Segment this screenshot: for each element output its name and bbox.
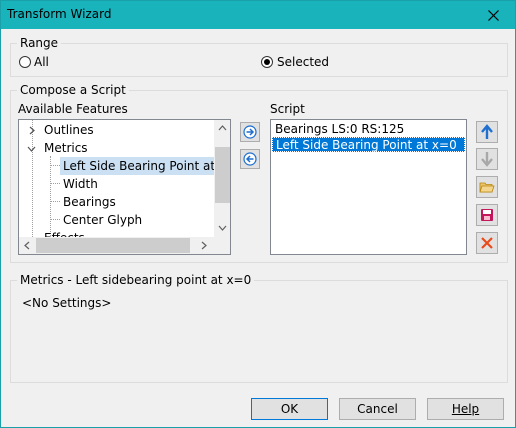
- scroll-up-icon[interactable]: [218, 125, 227, 131]
- window-title: Transform Wizard: [7, 7, 112, 21]
- arrow-left-circle-icon: [243, 152, 257, 166]
- chevron-down-icon[interactable]: [27, 145, 36, 153]
- tree-horizontal-scrollbar[interactable]: [19, 237, 214, 254]
- scroll-left-icon[interactable]: [24, 241, 30, 250]
- open-folder-icon: [479, 182, 495, 193]
- tree-item-left-side-bearing[interactable]: Left Side Bearing Point at x=: [60, 157, 230, 175]
- script-label: Script: [270, 102, 305, 116]
- script-list[interactable]: Bearings LS:0 RS:125 Left Side Bearing P…: [270, 119, 467, 255]
- arrow-down-icon: [481, 152, 493, 167]
- tree-vertical-scroll-thumb[interactable]: [215, 147, 230, 203]
- scroll-down-icon[interactable]: [218, 225, 227, 231]
- tree-item-effects[interactable]: Effects: [19, 229, 215, 237]
- arrow-right-circle-icon: [243, 125, 257, 139]
- range-selected-radio[interactable]: [261, 56, 273, 68]
- delete-x-icon: [481, 237, 493, 249]
- tree-item-metrics-label: Metrics: [44, 141, 88, 155]
- script-item-left-side-bearing[interactable]: Left Side Bearing Point at x=0: [272, 137, 465, 152]
- move-down-button[interactable]: [476, 148, 498, 170]
- range-group-label: Range: [17, 36, 62, 50]
- tree-vertical-scrollbar[interactable]: [214, 120, 230, 237]
- tree-horizontal-scroll-thumb[interactable]: [36, 238, 190, 253]
- ok-button[interactable]: OK: [251, 398, 328, 420]
- range-all-label[interactable]: All: [34, 55, 49, 69]
- compose-script-group-label: Compose a Script: [17, 83, 129, 97]
- tree-item-outlines-label: Outlines: [44, 123, 94, 137]
- settings-value: <No Settings>: [22, 296, 112, 310]
- close-icon: [487, 9, 499, 21]
- open-script-button[interactable]: [476, 176, 498, 198]
- range-selected-label[interactable]: Selected: [277, 55, 329, 69]
- scroll-right-icon[interactable]: [201, 241, 207, 250]
- tree-item-effects-label: Effects: [44, 229, 85, 237]
- range-group: [10, 43, 508, 77]
- tree-item-bearings[interactable]: Bearings: [60, 193, 215, 211]
- help-button-label: Help: [451, 402, 480, 416]
- settings-group-label: Metrics - Left sidebearing point at x=0: [17, 273, 255, 287]
- dialog-footer: OK Cancel Help: [1, 391, 515, 427]
- help-button[interactable]: Help: [427, 398, 504, 420]
- tree-item-left-side-bearing-label: Left Side Bearing Point at x=: [63, 159, 231, 173]
- available-features-tree[interactable]: Outlines Metrics Left Side Bearing Point…: [18, 119, 231, 255]
- tree-item-center-glyph-label: Center Glyph: [63, 213, 143, 227]
- transform-wizard-window: Transform Wizard Range All Selected Comp…: [0, 0, 516, 428]
- range-all-radio[interactable]: [19, 56, 31, 68]
- tree-item-outlines[interactable]: Outlines: [19, 121, 215, 139]
- tree-item-metrics[interactable]: Metrics: [19, 139, 215, 157]
- move-up-button[interactable]: [476, 121, 498, 143]
- remove-from-script-button[interactable]: [240, 149, 260, 169]
- title-bar: Transform Wizard: [1, 1, 515, 29]
- close-button[interactable]: [471, 1, 515, 29]
- chevron-right-icon[interactable]: [28, 126, 36, 135]
- save-script-button[interactable]: [476, 204, 498, 226]
- available-features-label: Available Features: [18, 102, 128, 116]
- tree-item-width[interactable]: Width: [60, 175, 215, 193]
- tree-item-width-label: Width: [63, 177, 98, 191]
- script-item-bearings[interactable]: Bearings LS:0 RS:125: [272, 122, 465, 137]
- cancel-button[interactable]: Cancel: [339, 398, 416, 420]
- arrow-up-icon: [481, 124, 493, 139]
- delete-script-item-button[interactable]: [476, 232, 498, 254]
- add-to-script-button[interactable]: [240, 122, 260, 142]
- save-icon: [481, 209, 493, 221]
- tree-item-center-glyph[interactable]: Center Glyph: [60, 211, 215, 229]
- tree-item-bearings-label: Bearings: [63, 195, 116, 209]
